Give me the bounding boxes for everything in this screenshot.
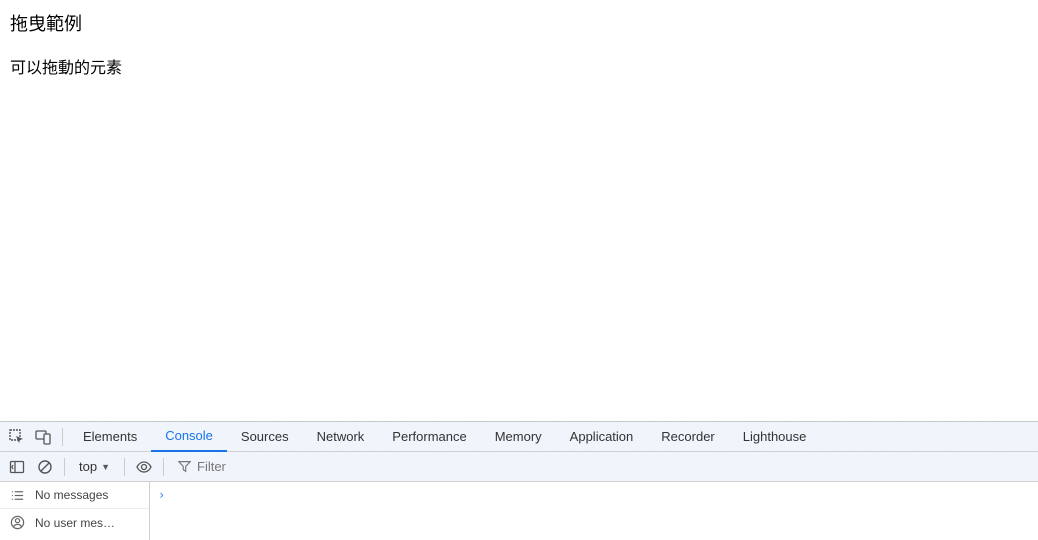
eye-icon[interactable]	[131, 453, 157, 481]
filter-input[interactable]	[197, 459, 297, 474]
page-content: 拖曳範例 可以拖動的元素	[0, 0, 1038, 421]
clear-console-icon[interactable]	[32, 453, 58, 481]
inspect-element-icon[interactable]	[4, 423, 30, 451]
console-body: No messages No user mes… ›	[0, 482, 1038, 540]
separator	[124, 458, 125, 476]
devtools-tab-bar: Elements Console Sources Network Perform…	[0, 422, 1038, 452]
chevron-down-icon: ▼	[101, 462, 110, 472]
context-selector[interactable]: top ▼	[71, 459, 118, 474]
console-prompt: ›	[158, 488, 165, 502]
tab-sources[interactable]: Sources	[227, 422, 303, 452]
separator	[62, 428, 63, 446]
devtools-panel: Elements Console Sources Network Perform…	[0, 421, 1038, 540]
sidebar-label: No user mes…	[35, 516, 115, 530]
sidebar-item-no-messages[interactable]: No messages	[0, 482, 149, 509]
console-output[interactable]: ›	[150, 482, 1038, 540]
tab-memory[interactable]: Memory	[481, 422, 556, 452]
list-icon	[10, 488, 25, 503]
tab-elements[interactable]: Elements	[69, 422, 151, 452]
tab-recorder[interactable]: Recorder	[647, 422, 728, 452]
draggable-element[interactable]: 可以拖動的元素	[10, 54, 1028, 78]
separator	[64, 458, 65, 476]
tab-application[interactable]: Application	[556, 422, 648, 452]
context-label: top	[79, 459, 97, 474]
sidebar-label: No messages	[35, 488, 108, 502]
filter-icon	[178, 460, 191, 473]
page-heading: 拖曳範例	[10, 10, 1028, 36]
separator	[163, 458, 164, 476]
tab-console[interactable]: Console	[151, 422, 227, 452]
sidebar-item-no-user-messages[interactable]: No user mes…	[0, 509, 149, 536]
tab-network[interactable]: Network	[303, 422, 379, 452]
console-toolbar: top ▼	[0, 452, 1038, 482]
tab-lighthouse[interactable]: Lighthouse	[729, 422, 821, 452]
toggle-sidebar-icon[interactable]	[4, 453, 30, 481]
filter-container	[170, 459, 1038, 474]
user-icon	[10, 515, 25, 530]
console-sidebar: No messages No user mes…	[0, 482, 150, 540]
tab-performance[interactable]: Performance	[378, 422, 480, 452]
device-toolbar-icon[interactable]	[30, 423, 56, 451]
